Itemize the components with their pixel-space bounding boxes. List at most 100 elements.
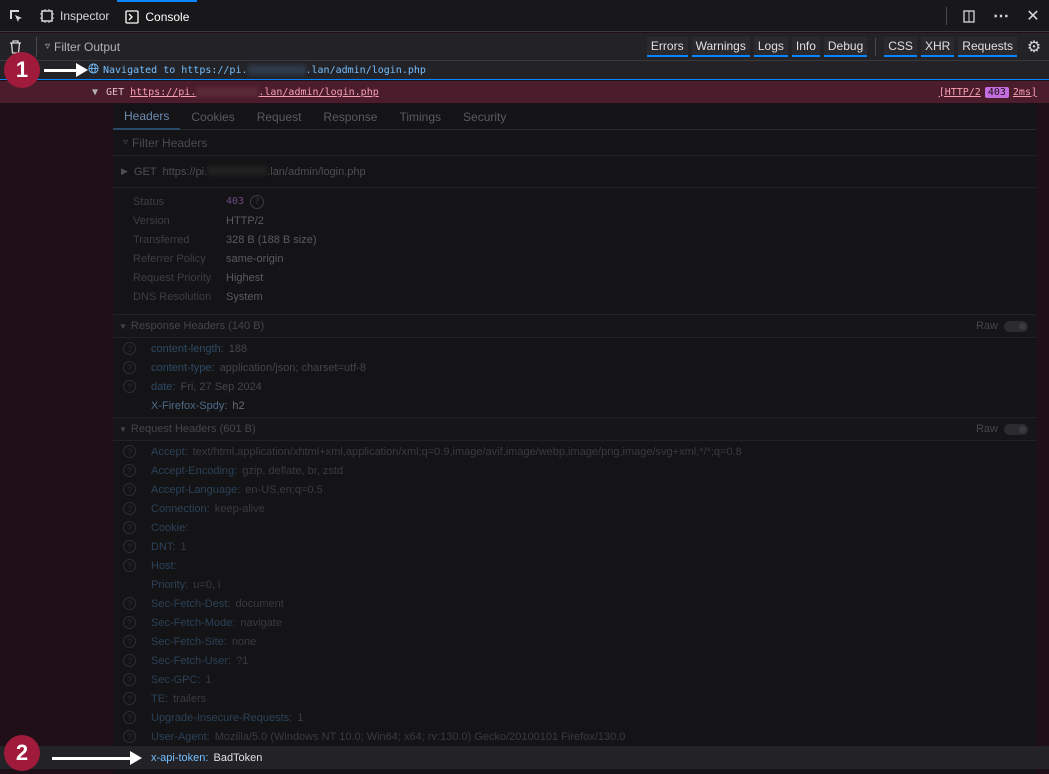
header-key: Sec-Fetch-Mode: bbox=[151, 616, 236, 629]
info-row: Version HTTP/2 bbox=[113, 211, 1036, 230]
response-headers-section[interactable]: ▼ Response Headers (140 B) Raw bbox=[113, 314, 1036, 338]
header-row[interactable]: ? Upgrade-Insecure-Requests: 1 bbox=[113, 708, 1036, 727]
header-row[interactable]: ? Accept: text/html,application/xhtml+xml,… bbox=[113, 442, 1036, 461]
filter-buttons: Errors Warnings Logs Info Debug CSS XHR … bbox=[646, 33, 1049, 61]
filter-debug-button[interactable]: Debug bbox=[823, 37, 868, 57]
header-key: X-Firefox-Spdy: bbox=[151, 399, 228, 412]
filter-logs-button[interactable]: Logs bbox=[753, 37, 788, 57]
filter-output-input[interactable]: ▿ Filter Output bbox=[36, 36, 120, 57]
header-key: Accept: bbox=[151, 445, 188, 458]
header-value: application/json; charset=utf-8 bbox=[219, 361, 367, 374]
filter-headers-placeholder: Filter Headers bbox=[132, 135, 208, 150]
header-row[interactable]: ? Cookie: bbox=[113, 518, 1036, 537]
header-row-x-api-token[interactable]: x-api-token: BadToken bbox=[113, 746, 1036, 769]
help-icon[interactable]: ? bbox=[123, 483, 136, 496]
help-icon[interactable]: ? bbox=[123, 380, 136, 393]
help-icon[interactable]: ? bbox=[123, 673, 136, 686]
request-url-link[interactable]: https://pi. .lan/admin/login.php bbox=[130, 86, 379, 98]
header-value: Fri, 27 Sep 2024 bbox=[180, 380, 262, 393]
close-icon[interactable]: ✕ bbox=[1017, 0, 1049, 32]
filter-css-button[interactable]: CSS bbox=[884, 37, 917, 57]
more-options-icon[interactable]: ⋯ bbox=[985, 0, 1017, 32]
header-row[interactable]: ? Sec-Fetch-Site: none bbox=[113, 632, 1036, 651]
tab-timings[interactable]: Timings bbox=[388, 104, 452, 130]
help-icon[interactable]: ? bbox=[123, 445, 136, 458]
filter-requests-button[interactable]: Requests bbox=[958, 37, 1017, 57]
header-row[interactable]: ? Connection: keep-alive bbox=[113, 499, 1036, 518]
help-slot: ? bbox=[123, 635, 151, 648]
header-row[interactable]: ? Sec-Fetch-User: ?1 bbox=[113, 651, 1036, 670]
tab-security[interactable]: Security bbox=[452, 104, 517, 130]
header-key: Upgrade-Insecure-Requests: bbox=[151, 711, 293, 724]
header-row[interactable]: ? Accept-Encoding: gzip, deflate, br, zstd bbox=[113, 461, 1036, 480]
help-icon[interactable]: ? bbox=[123, 711, 136, 724]
header-row[interactable]: ? DNT: 1 bbox=[113, 537, 1036, 556]
header-row[interactable]: ? TE: trailers bbox=[113, 689, 1036, 708]
help-slot: ? bbox=[123, 521, 151, 534]
help-icon[interactable]: ? bbox=[123, 635, 136, 648]
raw-toggle[interactable]: Raw bbox=[976, 423, 1028, 435]
request-summary[interactable]: ▶ GET https://pi. .lan/admin/login.php bbox=[113, 156, 1036, 188]
info-value: 403? bbox=[226, 194, 265, 209]
header-row[interactable]: ? content-type: application/json; charset=… bbox=[113, 358, 1036, 377]
header-row[interactable]: Priority: u=0, i bbox=[113, 575, 1036, 594]
header-row[interactable]: ? Sec-GPC: 1 bbox=[113, 670, 1036, 689]
info-key: Request Priority bbox=[133, 271, 212, 284]
settings-gear-icon[interactable]: ⚙ bbox=[1021, 33, 1047, 61]
element-picker-icon[interactable] bbox=[0, 0, 32, 32]
header-value: Mozilla/5.0 (Windows NT 10.0; Win64; x64… bbox=[214, 730, 626, 743]
header-row[interactable]: X-Firefox-Spdy: h2 bbox=[113, 396, 1036, 415]
filter-headers-input[interactable]: ▿ Filter Headers bbox=[113, 130, 1036, 156]
network-request-row[interactable]: ▼ GET https://pi. .lan/admin/login.php [H… bbox=[0, 81, 1049, 103]
request-method: GET bbox=[106, 86, 125, 98]
tab-console[interactable]: Console bbox=[117, 0, 198, 32]
header-key: Accept-Encoding: bbox=[151, 464, 238, 477]
filter-warnings-button[interactable]: Warnings bbox=[691, 37, 750, 57]
help-slot: ? bbox=[123, 711, 151, 724]
tab-cookies[interactable]: Cookies bbox=[180, 104, 245, 130]
header-row[interactable]: ? Accept-Language: en-US,en;q=0.5 bbox=[113, 480, 1036, 499]
help-icon[interactable]: ? bbox=[123, 597, 136, 610]
header-value: 188 bbox=[228, 342, 248, 355]
header-row[interactable]: ? Sec-Fetch-Dest: document bbox=[113, 594, 1036, 613]
help-icon[interactable]: ? bbox=[123, 342, 136, 355]
dock-icon[interactable] bbox=[953, 0, 985, 32]
help-icon[interactable]: ? bbox=[123, 464, 136, 477]
tab-label: Console bbox=[145, 9, 190, 24]
header-row[interactable]: ? Host: bbox=[113, 556, 1036, 575]
request-protocol: [HTTP/2 bbox=[938, 86, 981, 98]
raw-toggle[interactable]: Raw bbox=[976, 320, 1028, 332]
tab-request[interactable]: Request bbox=[246, 104, 313, 130]
redacted-hostname bbox=[196, 86, 259, 97]
header-key: date: bbox=[151, 380, 176, 393]
help-icon[interactable]: ? bbox=[123, 692, 136, 705]
help-icon[interactable]: ? bbox=[123, 521, 136, 534]
help-icon[interactable]: ? bbox=[123, 502, 136, 515]
expand-caret-icon[interactable]: ▼ bbox=[92, 87, 98, 98]
header-row[interactable]: ? content-length: 188 bbox=[113, 339, 1036, 358]
help-icon[interactable]: ? bbox=[123, 559, 136, 572]
toggle-switch[interactable] bbox=[1004, 320, 1028, 332]
redacted-hostname bbox=[207, 165, 268, 175]
help-icon[interactable]: ? bbox=[123, 654, 136, 667]
help-icon[interactable]: ? bbox=[123, 616, 136, 629]
header-row[interactable]: ? date: Fri, 27 Sep 2024 bbox=[113, 377, 1036, 396]
help-icon[interactable]: ? bbox=[123, 361, 136, 374]
request-headers-section[interactable]: ▼ Request Headers (601 B) Raw bbox=[113, 417, 1036, 441]
filter-errors-button[interactable]: Errors bbox=[646, 37, 688, 57]
header-row[interactable]: ? User-Agent: Mozilla/5.0 (Windows NT 10.0… bbox=[113, 727, 1036, 746]
filter-xhr-button[interactable]: XHR bbox=[920, 37, 955, 57]
tab-response[interactable]: Response bbox=[312, 104, 388, 130]
help-icon[interactable]: ? bbox=[250, 194, 265, 209]
toggle-switch[interactable] bbox=[1004, 423, 1028, 435]
filter-icon: ▿ bbox=[45, 41, 51, 52]
collapse-caret-icon[interactable]: ▶ bbox=[121, 166, 128, 177]
section-title: Response Headers (140 B) bbox=[130, 320, 265, 332]
tab-inspector[interactable]: Inspector bbox=[32, 0, 117, 32]
info-value: 328 B (188 B size) bbox=[226, 233, 317, 246]
help-icon[interactable]: ? bbox=[123, 540, 136, 553]
help-icon[interactable]: ? bbox=[123, 730, 136, 743]
tab-headers[interactable]: Headers bbox=[113, 104, 181, 130]
header-row[interactable]: ? Sec-Fetch-Mode: navigate bbox=[113, 613, 1036, 632]
filter-info-button[interactable]: Info bbox=[791, 37, 820, 57]
